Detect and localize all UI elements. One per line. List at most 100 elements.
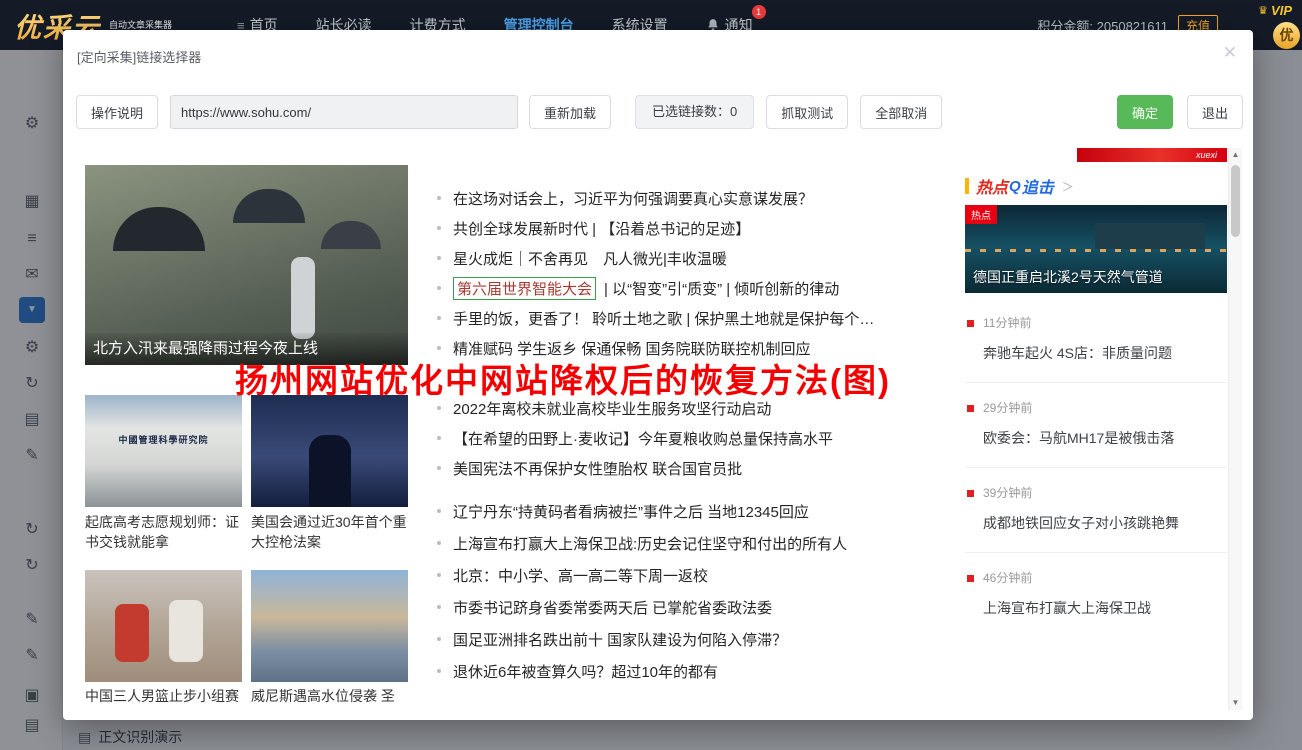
- headline-link[interactable]: 辽宁丹东“持黄码者看病被拦”事件之后 当地12345回应: [453, 501, 809, 522]
- headline-link[interactable]: 手里的饭，更香了！ 聆听土地之歌 | 保护黑土地就是保护每个…: [453, 308, 874, 329]
- screen: 优采云 自动文章采集器 ≡ 首页 站长必读 计费方式 管理控制台 系统设置: [0, 0, 1302, 750]
- photo-caption[interactable]: 威尼斯遇高水位侵袭 圣: [251, 686, 408, 706]
- headline-row: 共创全球发展新时代 | 【沿着总书记的足迹】: [437, 213, 961, 243]
- news-photo-biden[interactable]: [251, 395, 408, 507]
- grab-test-button[interactable]: 抓取测试: [766, 95, 848, 129]
- hot-news-photo[interactable]: 热点 德国正重启北溪2号天然气管道: [965, 205, 1227, 293]
- demo-overlay-headline: 扬州网站优化中网站降权后的恢复方法(图): [235, 354, 891, 402]
- bullet-icon: [967, 405, 974, 412]
- bullet-icon: [437, 196, 441, 200]
- headline-link[interactable]: 北京：中小学、高一高二等下周一返校: [453, 565, 708, 586]
- headline-link[interactable]: 退休近6年被查算久吗？超过10年的都有: [453, 661, 718, 682]
- umbrella-shape: [321, 221, 381, 249]
- bullet-icon: [437, 573, 441, 577]
- hot-news-title[interactable]: 上海宣布打赢大上海保卫战: [983, 599, 1227, 617]
- scroll-up-icon[interactable]: ▲: [1229, 148, 1242, 162]
- headline-list-top: 在这场对话会上，习近平为何强调要真心实意谋发展？ 共创全球发展新时代 | 【沿着…: [437, 183, 961, 483]
- bullet-icon: [437, 226, 441, 230]
- institute-sign-text: 中國管理科學研究院: [93, 433, 234, 446]
- bullet-icon: [437, 669, 441, 673]
- lights-shape: [965, 249, 1227, 252]
- hot-news-title[interactable]: 成都地铁回应女子对小孩跳艳舞: [983, 514, 1227, 532]
- headline-row: 在这场对话会上，习近平为何强调要真心实意谋发展？: [437, 183, 961, 213]
- headline-list-bottom: 辽宁丹东“持黄码者看病被拦”事件之后 当地12345回应 上海宣布打赢大上海保卫…: [437, 495, 961, 687]
- hot-news-item[interactable]: 29分钟前 欧委会：马航MH17是被俄击落: [965, 383, 1227, 468]
- hot-section-header[interactable]: 热点 Q 追击 ＞: [965, 174, 1074, 198]
- headline-link[interactable]: | 以“智变”引“质变” | 倾听创新的律动: [604, 278, 839, 299]
- hot-news-time: 11分钟前: [983, 316, 1227, 330]
- bullet-icon: [437, 256, 441, 260]
- vip-floating-logo[interactable]: 优: [1273, 22, 1300, 49]
- crown-icon: ♛: [1258, 4, 1268, 17]
- dialog-toolbar: 操作说明 重新加载 已选链接数：0 抓取测试 全部取消 确定 退出: [76, 95, 1243, 129]
- bullet-icon: [437, 466, 441, 470]
- hot-news-time: 39分钟前: [983, 486, 1227, 500]
- headline-row: 国足亚洲排名跌出前十 国家队建设为何陷入停滞？: [437, 623, 961, 655]
- person-shape: [291, 257, 315, 339]
- headline-row: 美国宪法不再保护女性堕胎权 联合国官员批: [437, 453, 961, 483]
- headline-row: 市委书记跻身省委常委两天后 已掌舵省委政法委: [437, 591, 961, 623]
- yellow-bar-icon: [965, 178, 969, 194]
- headline-link[interactable]: 【在希望的田野上·麦收记】今年夏粮收购总量保持高水平: [453, 428, 833, 449]
- hot-brand-right: 追击: [1022, 174, 1054, 198]
- hot-photo-caption[interactable]: 德国正重启北溪2号天然气管道: [973, 267, 1163, 287]
- photo-caption[interactable]: 中国三人男篮止步小组赛: [85, 686, 242, 706]
- dialog-title: [定向采集]链接选择器: [77, 47, 201, 66]
- close-icon[interactable]: ✕: [1223, 43, 1237, 63]
- help-button[interactable]: 操作说明: [76, 95, 158, 129]
- photo-caption[interactable]: 美国会通过近30年首个重大控枪法案: [251, 512, 408, 552]
- umbrella-shape: [233, 189, 305, 223]
- headline-row: 退休近6年被查算久吗？超过10年的都有: [437, 655, 961, 687]
- bullet-icon: [437, 605, 441, 609]
- news-photo-institute[interactable]: 中國管理科學研究院: [85, 395, 242, 507]
- bullet-icon: [437, 346, 441, 350]
- headline-row: 手里的饭，更香了！ 聆听土地之歌 | 保护黑土地就是保护每个…: [437, 303, 961, 333]
- hot-news-item[interactable]: 46分钟前 上海宣布打赢大上海保卫战: [965, 553, 1227, 637]
- headline-link[interactable]: 上海宣布打赢大上海保卫战:历史会记住坚守和付出的所有人: [453, 533, 847, 554]
- hot-brand-left: 热点: [976, 174, 1008, 198]
- vip-badge[interactable]: ♛ VIP: [1258, 3, 1292, 18]
- bullet-icon: [967, 490, 974, 497]
- umbrella-shape: [113, 207, 205, 251]
- hot-news-title[interactable]: 奔驰车起火 4S店：非质量问题: [983, 344, 1227, 362]
- headline-link[interactable]: 国足亚洲排名跌出前十 国家队建设为何陷入停滞？: [453, 629, 787, 650]
- headline-link[interactable]: 在这场对话会上，习近平为何强调要真心实意谋发展？: [453, 188, 813, 209]
- news-photo-basketball[interactable]: [85, 570, 242, 682]
- hot-news-list: 11分钟前 奔驰车起火 4S店：非质量问题 29分钟前 欧委会：马航MH17是被…: [965, 298, 1227, 637]
- bullet-icon: [437, 406, 441, 410]
- scrollbar[interactable]: ▲ ▼: [1228, 148, 1242, 710]
- exit-button[interactable]: 退出: [1187, 95, 1243, 129]
- hot-news-time: 29分钟前: [983, 401, 1227, 415]
- headline-row: 北京：中小学、高一高二等下周一返校: [437, 559, 961, 591]
- headline-link[interactable]: 星火成炬｜不舍再见 凡人微光|丰收温暖: [453, 248, 727, 269]
- player-shape: [169, 600, 203, 662]
- headline-row-selected: 第六届世界智能大会 | 以“智变”引“质变” | 倾听创新的律动: [437, 273, 961, 303]
- main-news-photo[interactable]: 北方入汛来最强降雨过程今夜上线: [85, 165, 408, 365]
- hot-news-item[interactable]: 11分钟前 奔驰车起火 4S店：非质量问题: [965, 298, 1227, 383]
- news-photo-venice[interactable]: [251, 570, 408, 682]
- selected-link-highlight[interactable]: 第六届世界智能大会: [453, 277, 596, 300]
- headline-link[interactable]: 美国宪法不再保护女性堕胎权 联合国官员批: [453, 458, 742, 479]
- confirm-button[interactable]: 确定: [1117, 95, 1173, 129]
- hot-news-time: 46分钟前: [983, 571, 1227, 585]
- cancel-all-button[interactable]: 全部取消: [860, 95, 942, 129]
- bullet-icon: [437, 541, 441, 545]
- headline-link[interactable]: 市委书记跻身省委常委两天后 已掌舵省委政法委: [453, 597, 772, 618]
- bullet-icon: [437, 286, 441, 290]
- xuexi-banner[interactable]: xuexi: [1077, 148, 1227, 162]
- person-shape: [309, 435, 351, 507]
- photo-caption[interactable]: 起底高考志愿规划师：证书交钱就能拿: [85, 512, 242, 552]
- bullet-icon: [437, 316, 441, 320]
- scroll-down-icon[interactable]: ▼: [1229, 696, 1242, 710]
- reload-button[interactable]: 重新加载: [529, 95, 611, 129]
- hot-brand-swirl: Q: [1009, 178, 1021, 195]
- headline-row: 星火成炬｜不舍再见 凡人微光|丰收温暖: [437, 243, 961, 273]
- bullet-icon: [967, 575, 974, 582]
- url-input[interactable]: [170, 95, 518, 129]
- hot-news-item[interactable]: 39分钟前 成都地铁回应女子对小孩跳艳舞: [965, 468, 1227, 553]
- headline-link[interactable]: 共创全球发展新时代 | 【沿着总书记的足迹】: [453, 218, 750, 239]
- headline-row: 上海宣布打赢大上海保卫战:历史会记住坚守和付出的所有人: [437, 527, 961, 559]
- player-shape: [115, 604, 149, 662]
- scrollbar-thumb[interactable]: [1231, 165, 1240, 237]
- hot-news-title[interactable]: 欧委会：马航MH17是被俄击落: [983, 429, 1227, 447]
